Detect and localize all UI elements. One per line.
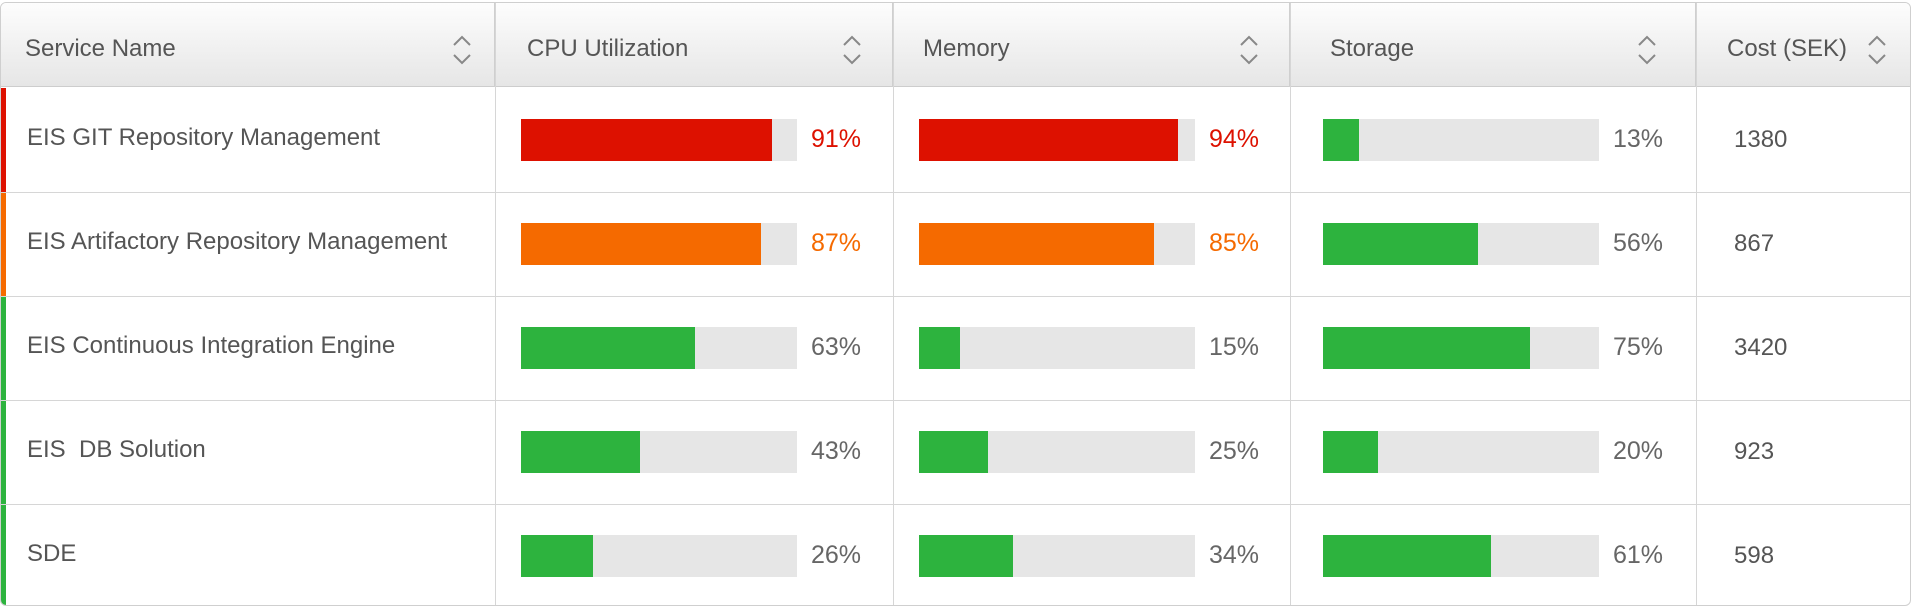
storage-bar bbox=[1323, 535, 1599, 577]
storage-bar-fill bbox=[1323, 431, 1379, 473]
storage-bar bbox=[1323, 327, 1599, 369]
cost-value: 923 bbox=[1734, 438, 1775, 465]
memory-bar-fill bbox=[919, 535, 1013, 577]
memory-bar-fill bbox=[919, 327, 961, 369]
row-divider bbox=[1, 504, 1910, 505]
cpu-bar-fill bbox=[521, 327, 695, 369]
memory-bar bbox=[919, 223, 1195, 265]
column-header-cpu-utilization[interactable]: CPU Utilization bbox=[495, 3, 893, 87]
column-header-label: Cost (SEK) bbox=[1727, 35, 1848, 62]
cpu-percentage: 87% bbox=[811, 229, 862, 257]
memory-percentage: 94% bbox=[1209, 125, 1260, 153]
column-header-label: Service Name bbox=[25, 35, 176, 62]
storage-bar-fill bbox=[1323, 535, 1492, 577]
storage-percentage: 20% bbox=[1613, 437, 1664, 465]
cpu-bar-fill bbox=[521, 223, 762, 265]
service-name: EIS Artifactory Repository Management bbox=[27, 228, 448, 255]
storage-percentage: 61% bbox=[1613, 541, 1664, 569]
cpu-bar bbox=[521, 431, 797, 473]
storage-bar-fill bbox=[1323, 119, 1359, 161]
memory-percentage: 34% bbox=[1209, 541, 1260, 569]
service-name: EIS DB Solution bbox=[27, 436, 206, 463]
memory-bar-fill bbox=[919, 223, 1154, 265]
memory-percentage: 25% bbox=[1209, 437, 1260, 465]
status-indicator bbox=[1, 400, 6, 504]
memory-percentage: 15% bbox=[1209, 333, 1260, 361]
memory-bar bbox=[919, 431, 1195, 473]
table-row[interactable]: EIS GIT Repository Management 91% 94% 13% 13… bbox=[1, 88, 1910, 192]
column-header-label: CPU Utilization bbox=[527, 35, 689, 62]
cpu-bar bbox=[521, 327, 797, 369]
service-name: EIS Continuous Integration Engine bbox=[27, 332, 396, 359]
status-indicator bbox=[1, 504, 6, 605]
column-header-memory[interactable]: Memory bbox=[893, 3, 1290, 87]
row-divider bbox=[1, 192, 1910, 193]
cpu-bar bbox=[521, 223, 797, 265]
memory-bar-fill bbox=[919, 119, 1179, 161]
cost-value: 1380 bbox=[1734, 126, 1788, 153]
sort-icon[interactable] bbox=[1636, 33, 1658, 67]
status-indicator bbox=[1, 88, 6, 192]
cost-value: 3420 bbox=[1734, 334, 1788, 361]
cpu-bar bbox=[521, 535, 797, 577]
cpu-percentage: 63% bbox=[811, 333, 862, 361]
status-indicator bbox=[1, 296, 6, 400]
storage-percentage: 75% bbox=[1613, 333, 1664, 361]
cpu-bar-fill bbox=[521, 119, 773, 161]
cpu-bar-fill bbox=[521, 535, 593, 577]
column-header-storage[interactable]: Storage bbox=[1290, 3, 1696, 87]
sort-icon[interactable] bbox=[1866, 33, 1888, 67]
cost-value: 867 bbox=[1734, 230, 1775, 257]
row-divider bbox=[1, 400, 1910, 401]
memory-bar bbox=[919, 119, 1195, 161]
status-indicator bbox=[1, 192, 6, 296]
table-row[interactable]: EIS Continuous Integration Engine 63% 15% 7… bbox=[1, 296, 1910, 400]
storage-percentage: 56% bbox=[1613, 229, 1664, 257]
table-row[interactable]: SDE 26% 34% 61% 598 bbox=[1, 504, 1910, 605]
cpu-bar-fill bbox=[521, 431, 640, 473]
services-table: Service Name CPU Utilization Memory Stor… bbox=[0, 2, 1911, 606]
storage-bar bbox=[1323, 119, 1599, 161]
table-row[interactable]: EIS DB Solution 43% 25% 20% 923 bbox=[1, 400, 1910, 504]
column-header-cost[interactable]: Cost (SEK) bbox=[1696, 3, 1910, 87]
table-row[interactable]: EIS Artifactory Repository Management 87%… bbox=[1, 192, 1910, 296]
storage-bar-fill bbox=[1323, 223, 1478, 265]
column-header-label: Storage bbox=[1330, 35, 1415, 62]
column-header-label: Memory bbox=[923, 35, 1010, 62]
sort-icon[interactable] bbox=[451, 33, 473, 67]
column-header-service-name[interactable]: Service Name bbox=[1, 3, 495, 87]
storage-bar-fill bbox=[1323, 327, 1530, 369]
service-name: SDE bbox=[27, 540, 77, 567]
memory-bar bbox=[919, 327, 1195, 369]
memory-bar-fill bbox=[919, 431, 988, 473]
service-name: EIS GIT Repository Management bbox=[27, 124, 381, 151]
cpu-bar bbox=[521, 119, 797, 161]
cost-value: 598 bbox=[1734, 542, 1775, 569]
sort-icon[interactable] bbox=[1238, 33, 1260, 67]
table-header: Service Name CPU Utilization Memory Stor… bbox=[1, 3, 1910, 87]
memory-bar bbox=[919, 535, 1195, 577]
storage-bar bbox=[1323, 223, 1599, 265]
storage-bar bbox=[1323, 431, 1599, 473]
memory-percentage: 85% bbox=[1209, 229, 1260, 257]
sort-icon[interactable] bbox=[841, 33, 863, 67]
row-divider bbox=[1, 296, 1910, 297]
cpu-percentage: 43% bbox=[811, 437, 862, 465]
storage-percentage: 13% bbox=[1613, 125, 1664, 153]
cpu-percentage: 26% bbox=[811, 541, 862, 569]
cpu-percentage: 91% bbox=[811, 125, 862, 153]
